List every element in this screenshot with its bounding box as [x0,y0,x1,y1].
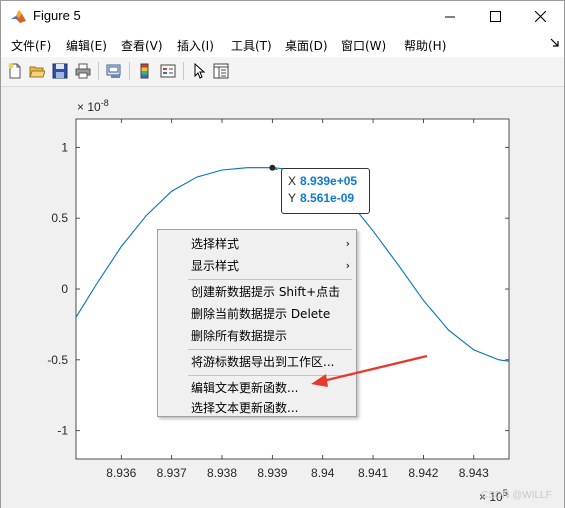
y-exponent-label: × 10-8 [77,98,109,114]
print-icon[interactable] [73,61,93,81]
datatip-y-key: Y [288,191,297,205]
datatip-x-key: X [288,174,297,188]
menu-tools[interactable]: 工具(T) [231,37,272,54]
save-icon[interactable] [50,61,70,81]
matlab-logo-icon [10,8,27,25]
x-tick-label: 8.936 [106,466,136,480]
menu-item-select-update-fcn[interactable]: 选择文本更新函数... [158,397,356,419]
x-tick-label: 8.941 [358,466,388,480]
y-tick-label: -1 [57,424,68,438]
datatip-x-value: 8.939e+05 [300,174,358,188]
x-tick-label: 8.94 [311,466,335,480]
title-bar: Figure 5 [1,1,564,32]
menu-item-label: 选择文本更新函数... [191,401,299,415]
maximize-button[interactable] [472,1,518,32]
x-tick-label: 8.943 [459,466,489,480]
datatip-context-menu: 选择样式 › 显示样式 › 创建新数据提示 Shift+点击 删除当前数据提示 De… [157,229,357,417]
menu-item-edit-update-fcn[interactable]: 编辑文本更新函数... [158,377,356,399]
menu-item-select-style[interactable]: 选择样式 › [158,233,356,255]
menu-insert[interactable]: 插入(I) [177,37,214,54]
menu-desktop[interactable]: 桌面(D) [285,37,328,54]
menu-view[interactable]: 查看(V) [121,37,163,54]
menu-file[interactable]: 文件(F) [11,37,51,54]
toolbar-separator [98,62,99,80]
menu-item-label: 创建新数据提示 Shift+点击 [191,285,341,299]
menu-bar: 文件(F) 编辑(E) 查看(V) 插入(I) 工具(T) 桌面(D) 窗口(W… [1,32,564,57]
datatip-y-value: 8.561e-09 [300,191,355,205]
menu-window[interactable]: 窗口(W) [341,37,386,54]
menu-item-label: 删除所有数据提示 [191,329,288,343]
menu-separator [188,279,352,280]
new-figure-icon[interactable] [5,61,25,81]
watermark: CSDN @WILLF [481,490,552,501]
dock-arrow-icon[interactable] [550,38,559,50]
link-plot-icon[interactable] [104,61,124,81]
menu-item-create-datatip[interactable]: 创建新数据提示 Shift+点击 [158,281,356,303]
toolbar-separator [129,62,130,80]
menu-item-export-cursor[interactable]: 将游标数据导出到工作区... [158,351,356,373]
menu-item-label: 选择样式 [191,237,240,251]
toolbar [1,57,564,87]
insert-colorbar-icon[interactable] [135,61,155,81]
figure-canvas: 8.936 8.937 8.938 8.939 8.94 8.941 8.942 8.943 … [1,88,564,508]
menu-separator [188,375,352,376]
menu-item-label: 显示样式 [191,259,240,273]
x-tick-label: 8.942 [408,466,438,480]
window-title: Figure 5 [33,8,81,23]
menu-edit[interactable]: 编辑(E) [66,37,107,54]
menu-separator [188,349,352,350]
figure-window: Figure 5 文件(F) 编辑(E) 查看(V) 插入(I) 工具(T) 桌… [0,0,565,508]
submenu-arrow-icon: › [345,237,350,250]
menu-item-label: 将游标数据导出到工作区... [191,355,335,369]
property-editor-icon[interactable] [211,61,231,81]
menu-item-label: 编辑文本更新函数... [191,381,299,395]
menu-item-delete-current[interactable]: 删除当前数据提示 Delete [158,303,356,325]
menu-item-label: 删除当前数据提示 Delete [191,307,331,321]
toolbar-separator [183,62,184,80]
menu-item-delete-all[interactable]: 删除所有数据提示 [158,325,356,347]
submenu-arrow-icon: › [345,259,350,272]
x-tick-label: 8.939 [257,466,287,480]
menu-item-display-style[interactable]: 显示样式 › [158,255,356,277]
insert-legend-icon[interactable] [158,61,178,81]
y-tick-label: 0 [61,282,68,296]
y-tick-label: 1 [61,140,68,154]
x-tick-label: 8.938 [207,466,237,480]
pointer-icon[interactable] [189,61,209,81]
open-file-icon[interactable] [27,61,47,81]
datatip[interactable]: X 8.939e+05 Y 8.561e-09 [281,168,370,214]
menu-help[interactable]: 帮助(H) [404,37,446,54]
y-tick-label: -0.5 [47,353,68,367]
minimize-button[interactable] [427,1,473,32]
y-tick-label: 0.5 [51,211,68,225]
close-button[interactable] [517,1,563,32]
x-tick-label: 8.937 [157,466,187,480]
